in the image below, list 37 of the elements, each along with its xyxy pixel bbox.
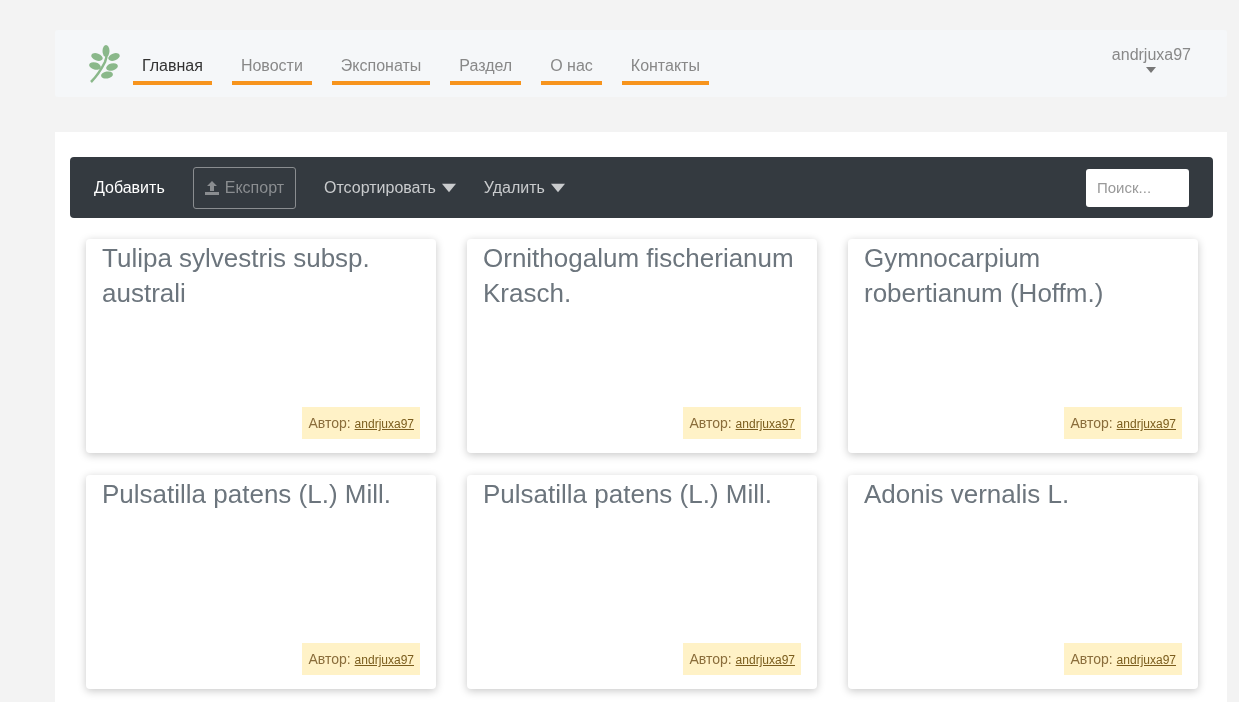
nav-link[interactable]: Экспонаты [331,50,431,85]
card-title: Pulsatilla patens (L.) Mill. [483,478,773,511]
dropdown-button[interactable]: Удалить [483,172,565,203]
exhibit-card[interactable]: Ornithogalum fischerianum Krasch. Автор: andrjuxa97 [467,239,817,453]
author-label: Автор: [689,415,732,431]
card-title: Pulsatilla patens (L.) Mill. [102,478,392,511]
author-link[interactable]: andrjuxa97 [354,653,414,667]
author-label: Автор: [308,415,351,431]
nav-link[interactable]: Контакты [621,50,709,85]
card-title: Gymnocarpium robertianum (Hoffm.) [864,242,1105,310]
dropdown-button[interactable]: Отсортировать [324,172,456,203]
nav-link[interactable]: О нас [541,50,602,85]
card-title: Adonis vernalis L. [864,478,1071,511]
exhibit-card[interactable]: Adonis vernalis L. Автор: andrjuxa97 [848,475,1198,689]
exhibit-card[interactable]: Gymnocarpium robertianum (Hoffm.) Автор: andrjuxa97 [848,239,1198,453]
author-link[interactable]: andrjuxa97 [1116,417,1176,431]
nav-link[interactable]: Новости [231,50,312,85]
author-link[interactable]: andrjuxa97 [1116,653,1176,667]
caret-icon [1146,67,1157,73]
author-link[interactable]: andrjuxa97 [735,653,795,667]
card-title: Ornithogalum fischerianum Krasch. [483,242,795,310]
add-button[interactable]: Добавить [94,172,165,203]
author-link[interactable]: andrjuxa97 [354,417,414,431]
exhibit-card[interactable]: Pulsatilla patens (L.) Mill. Автор: andrjuxa97 [86,475,436,689]
author-link[interactable]: andrjuxa97 [735,417,795,431]
upload-icon [204,180,219,195]
author-label: Автор: [689,651,732,667]
exhibit-card[interactable]: Pulsatilla patens (L.) Mill. Автор: andrjuxa97 [467,475,817,689]
nav-link[interactable]: Раздел [450,50,522,85]
exhibit-card[interactable]: Tulipa sylvestris subsp. australi Автор: andrjuxa97 [86,239,436,453]
nav-link[interactable]: Главная [133,50,212,85]
author-label: Автор: [1070,415,1113,431]
author-label: Автор: [1070,651,1113,667]
search-field[interactable]: Поиск... [1086,168,1189,207]
user-menu[interactable]: andrjuxa97 [1105,45,1197,74]
author-label: Автор: [308,651,351,667]
card-title: Tulipa sylvestris subsp. australi [102,242,371,310]
